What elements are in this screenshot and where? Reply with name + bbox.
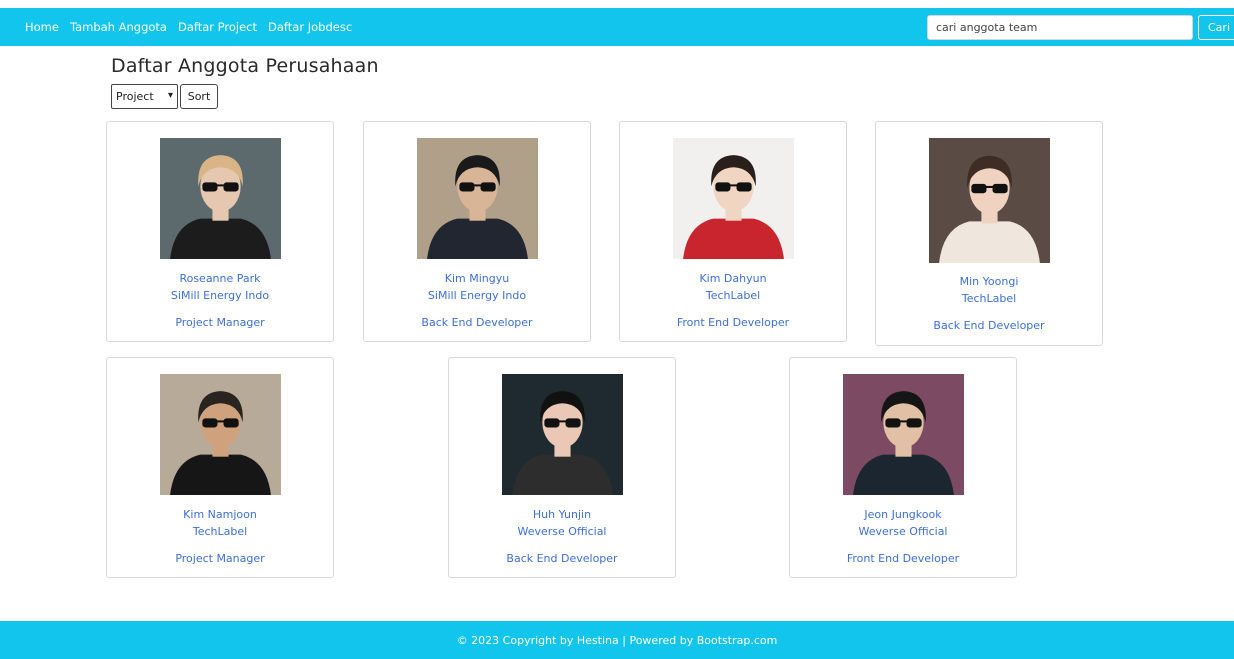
top-navbar: Home Tambah Anggota Daftar Project Dafta… [0, 8, 1234, 46]
member-company: TechLabel [705, 289, 761, 302]
member-company: Weverse Official [858, 525, 948, 538]
footer-copyright: © 2023 Copyright by Hestina | Powered by… [456, 633, 778, 647]
search-button[interactable]: Cari [1198, 15, 1234, 40]
sort-select[interactable]: Project ▾ [111, 84, 178, 109]
member-card[interactable]: Min Yoongi TechLabel Back End Developer [875, 121, 1103, 346]
chevron-down-icon: ▾ [167, 90, 173, 101]
search-input[interactable] [927, 15, 1193, 40]
member-name: Kim Mingyu [444, 272, 510, 285]
member-company: SiMill Energy Indo [170, 289, 270, 302]
member-name: Roseanne Park [179, 272, 261, 285]
member-photo [160, 138, 281, 259]
member-photo [502, 374, 623, 495]
member-company: TechLabel [961, 292, 1017, 305]
page-title: Daftar Anggota Perusahaan [111, 55, 379, 77]
member-role: Back End Developer [933, 319, 1045, 332]
member-company: Weverse Official [517, 525, 607, 538]
member-name: Kim Namjoon [183, 508, 257, 521]
member-photo [673, 138, 794, 259]
member-card[interactable]: Kim Dahyun TechLabel Front End Developer [619, 121, 847, 342]
member-photo [417, 138, 538, 259]
member-role: Project Manager [175, 316, 265, 329]
nav-daftar-jobdesc-link[interactable]: Daftar Jobdesc [268, 20, 352, 34]
member-role: Front End Developer [846, 552, 960, 565]
member-photo [843, 374, 964, 495]
nav-home-link[interactable]: Home [25, 20, 59, 34]
member-photo [929, 138, 1050, 263]
member-role: Back End Developer [506, 552, 618, 565]
sort-select-value: Project [116, 90, 154, 103]
sort-button[interactable]: Sort [180, 84, 218, 109]
member-card[interactable]: Kim Mingyu SiMill Energy Indo Back End D… [363, 121, 591, 342]
member-name: Huh Yunjin [532, 508, 592, 521]
member-name: Jeon Jungkook [864, 508, 942, 521]
member-role: Project Manager [175, 552, 265, 565]
nav-links: Home Tambah Anggota Daftar Project Dafta… [0, 20, 363, 34]
nav-daftar-project-link[interactable]: Daftar Project [178, 20, 257, 34]
nav-tambah-anggota-link[interactable]: Tambah Anggota [70, 20, 167, 34]
member-card[interactable]: Huh Yunjin Weverse Official Back End Dev… [448, 357, 676, 578]
member-photo [160, 374, 281, 495]
member-name: Min Yoongi [959, 275, 1019, 288]
member-company: TechLabel [192, 525, 248, 538]
member-role: Front End Developer [676, 316, 790, 329]
member-card[interactable]: Jeon Jungkook Weverse Official Front End… [789, 357, 1017, 578]
member-role: Back End Developer [421, 316, 533, 329]
member-card[interactable]: Kim Namjoon TechLabel Project Manager [106, 357, 334, 578]
footer: © 2023 Copyright by Hestina | Powered by… [0, 621, 1234, 659]
member-company: SiMill Energy Indo [427, 289, 527, 302]
member-name: Kim Dahyun [699, 272, 767, 285]
member-card[interactable]: Roseanne Park SiMill Energy Indo Project… [106, 121, 334, 342]
